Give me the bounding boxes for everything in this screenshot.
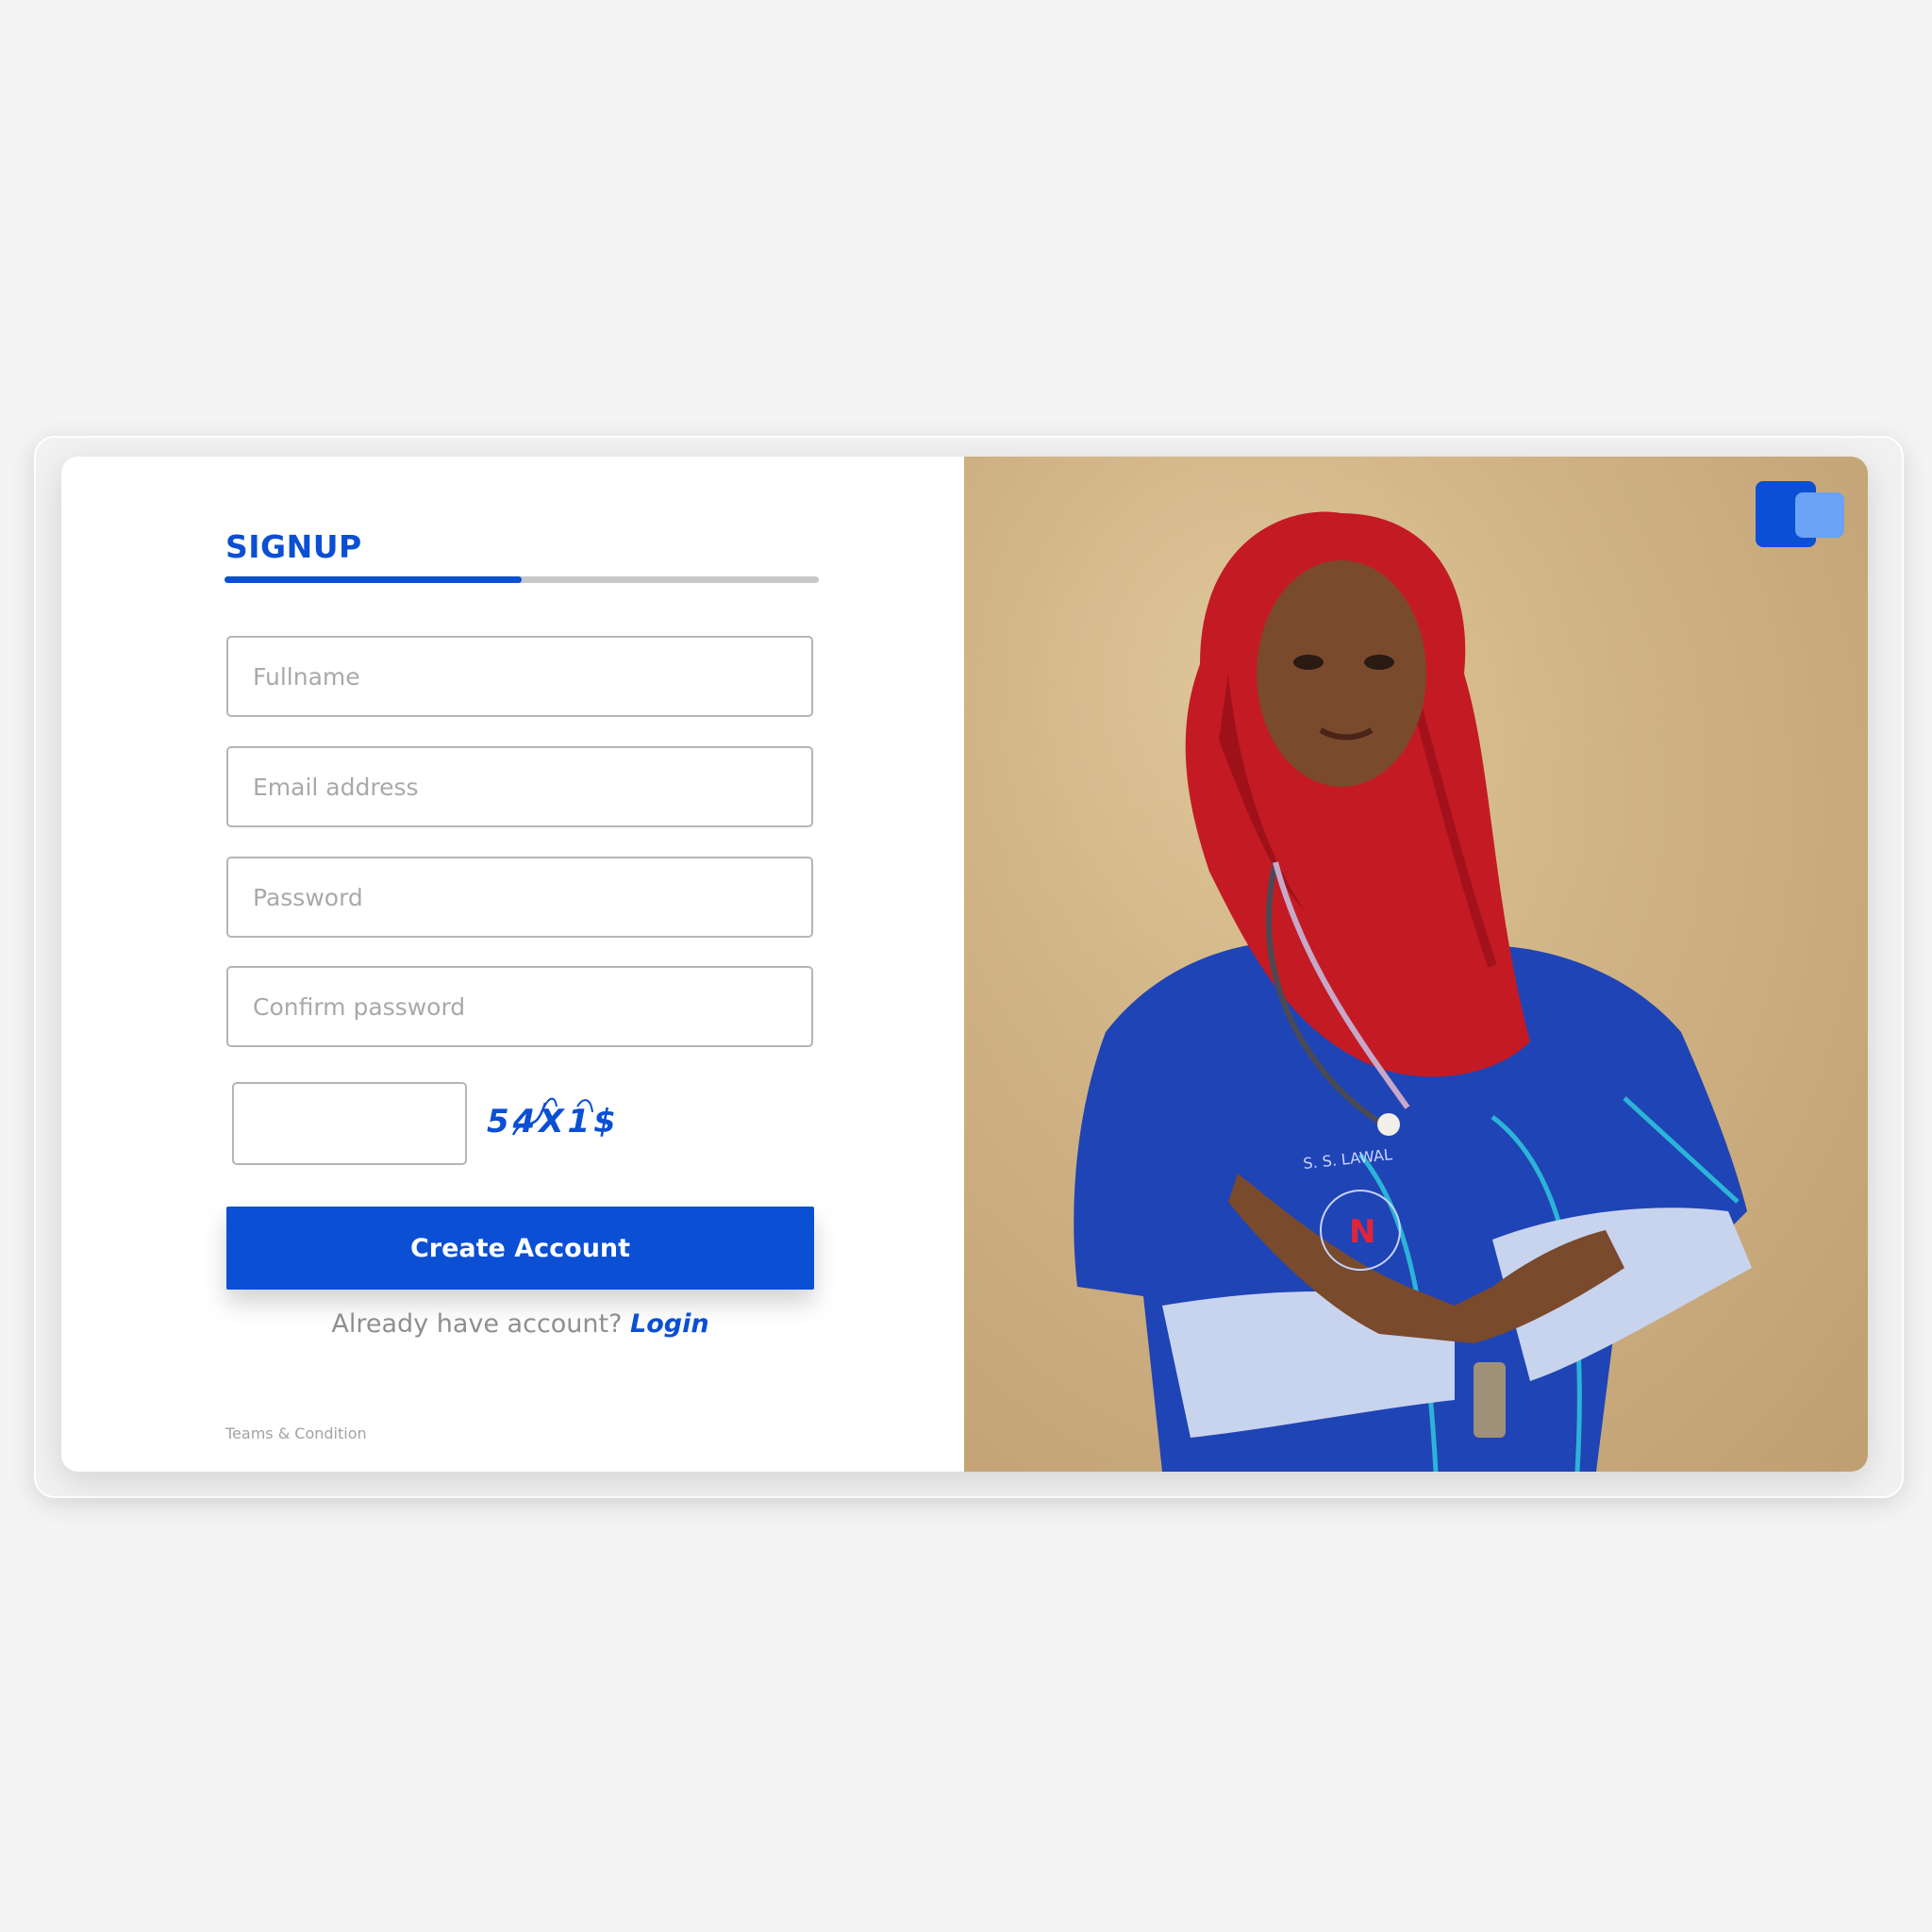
fullname-field[interactable] [226, 636, 813, 717]
captcha-input[interactable] [232, 1082, 467, 1165]
terms-link[interactable]: Teams & Condition [225, 1424, 367, 1442]
signup-card: SIGNUP 54X1$ Create Account Already have… [61, 457, 1868, 1472]
brand-logo-icon [1756, 481, 1844, 547]
confirm-password-field[interactable] [226, 966, 813, 1047]
login-link[interactable]: Login [630, 1309, 709, 1339]
login-prompt-text: Already have account? [331, 1309, 623, 1339]
hero-photo: N S. S. LAWAL [964, 457, 1868, 1472]
badge-letter: N [1349, 1213, 1375, 1251]
email-field[interactable] [226, 746, 813, 827]
page-title: SIGNUP [225, 528, 362, 565]
signup-progress-fill [225, 576, 522, 583]
captcha-noise [511, 1097, 593, 1136]
login-prompt-line: Already have account? Login [226, 1309, 814, 1339]
create-account-button[interactable]: Create Account [226, 1207, 814, 1290]
signup-progress-bar [225, 576, 819, 583]
password-field[interactable] [226, 857, 813, 938]
nurse-illustration: N S. S. LAWAL [964, 457, 1868, 1472]
signup-form-panel: SIGNUP 54X1$ Create Account Already have… [61, 457, 964, 1472]
